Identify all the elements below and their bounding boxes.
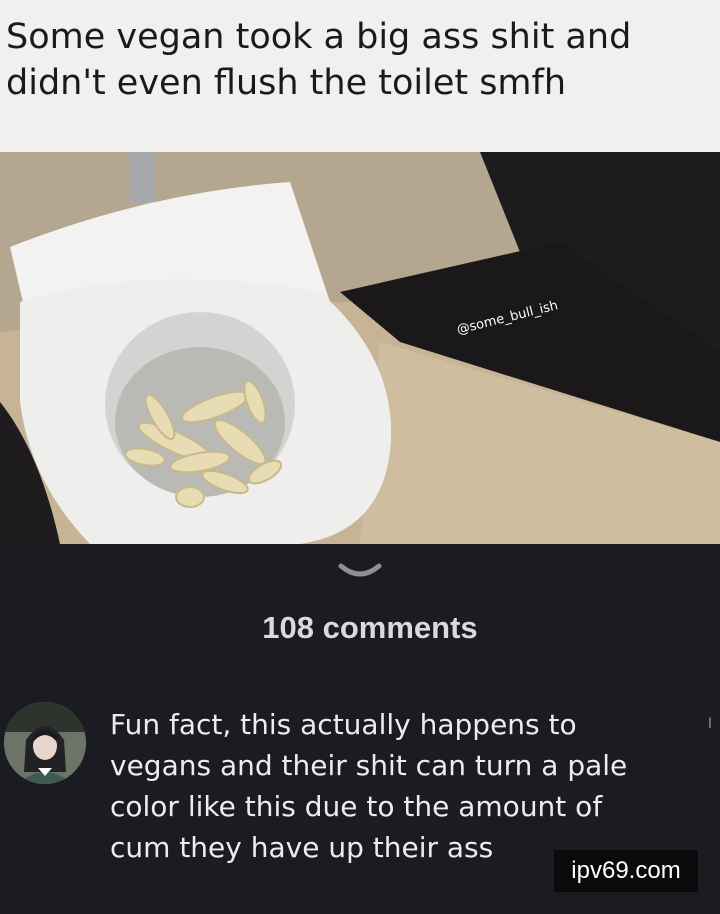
- comment-side-mark: ا: [708, 716, 712, 732]
- toilet-photo: @some_bull_ish: [0, 152, 720, 544]
- comments-count: 108 comments: [262, 610, 478, 645]
- anime-character-avatar: [4, 702, 86, 784]
- caption-text: Some vegan took a big ass shit and didn'…: [6, 17, 632, 103]
- meme-photo: @some_bull_ish: [0, 152, 720, 544]
- site-watermark: ipv69.com: [554, 850, 698, 892]
- avatar[interactable]: [4, 702, 86, 784]
- chevron-down-icon[interactable]: [338, 562, 382, 584]
- comment-text: Fun fact, this actually happens to vegan…: [110, 708, 628, 864]
- meme-caption: Some vegan took a big ass shit and didn'…: [0, 0, 720, 152]
